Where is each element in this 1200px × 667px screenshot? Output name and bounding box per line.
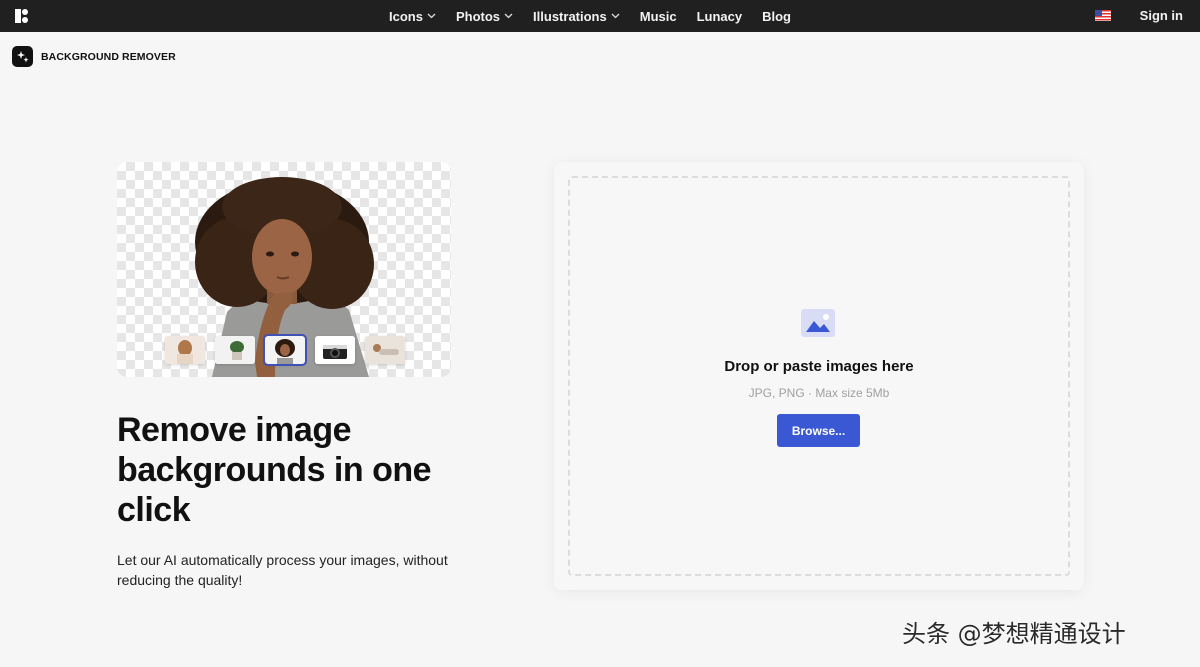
nav-item-blog[interactable]: Blog (762, 9, 791, 24)
us-flag-icon[interactable] (1095, 10, 1111, 21)
nav-item-music[interactable]: Music (640, 9, 677, 24)
nav-item-label: Illustrations (533, 8, 607, 24)
thumbnail-girl[interactable] (263, 334, 307, 366)
watermark-text: 头条 @梦想精通设计 (902, 620, 1126, 648)
thumbnail-person-lying[interactable] (365, 336, 405, 364)
nav-item-photos[interactable]: Photos (456, 9, 513, 24)
chevron-down-icon (504, 13, 513, 19)
nav-item-lunacy[interactable]: Lunacy (697, 9, 743, 24)
nav-item-label: Photos (455, 8, 501, 24)
chevron-down-icon (427, 13, 436, 19)
nav-item-label: Lunacy (696, 8, 743, 24)
top-navbar: Icons Photos Illustrations Music Lunacy … (0, 0, 1200, 32)
sign-in-link[interactable]: Sign in (1140, 8, 1183, 23)
brand[interactable]: BACKGROUND REMOVER (12, 46, 176, 67)
nav-item-illustrations[interactable]: Illustrations (533, 9, 620, 24)
thumbnail-plant[interactable] (215, 336, 255, 364)
drop-title: Drop or paste images here (724, 358, 914, 375)
nav-item-icons[interactable]: Icons (389, 9, 436, 24)
browse-button[interactable]: Browse... (777, 414, 860, 447)
chevron-down-icon (611, 13, 620, 19)
main-nav: Icons Photos Illustrations Music Lunacy … (0, 0, 1200, 32)
thumbnail-strip (165, 334, 405, 366)
page-headline: Remove image backgrounds in one click (117, 411, 432, 529)
file-format-hint: JPG, PNG · Max size 5Mb (748, 386, 890, 400)
nav-item-label: Music (639, 8, 677, 24)
page-subtext: Let our AI automatically process your im… (117, 552, 448, 588)
background-remover-logo-icon (12, 46, 33, 67)
dropzone[interactable] (568, 176, 1070, 576)
hero-image (117, 162, 451, 377)
brand-name: BACKGROUND REMOVER (41, 50, 176, 63)
thumbnail-woman[interactable] (165, 336, 205, 364)
upload-panel: Drop or paste images here JPG, PNG · Max… (554, 162, 1084, 590)
thumbnail-camera[interactable] (315, 336, 355, 364)
image-upload-icon (801, 309, 835, 337)
nav-item-label: Icons (389, 8, 423, 24)
nav-item-label: Blog (762, 8, 791, 24)
